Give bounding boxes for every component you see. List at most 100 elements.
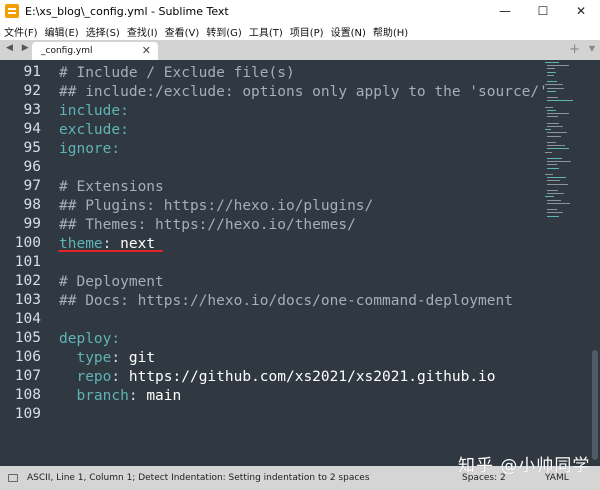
minimap-line — [547, 177, 566, 179]
line-number: 91 — [23, 64, 41, 80]
minimap-line — [545, 106, 553, 108]
line-number: 106 — [14, 349, 41, 365]
menu-tools[interactable]: 工具(T) — [249, 24, 283, 39]
line-number: 102 — [14, 273, 41, 289]
code-line[interactable]: # Extensions — [59, 178, 164, 197]
menu-view[interactable]: 查看(V) — [165, 24, 200, 39]
code-line[interactable]: # Deployment — [59, 273, 164, 292]
minimap-line — [547, 100, 573, 102]
code-line[interactable]: include: — [59, 102, 129, 121]
tab-close-icon[interactable]: ✕ — [142, 44, 151, 57]
code-line[interactable]: ignore: — [59, 140, 120, 159]
menu-bar: 文件(F) 编辑(E) 选择(S) 查找(I) 查看(V) 转到(G) 工具(T… — [0, 22, 600, 40]
minimap-line — [547, 116, 558, 118]
menu-project[interactable]: 项目(P) — [290, 24, 324, 39]
new-tab-plus-icon[interactable]: + — [569, 42, 580, 57]
menu-preferences[interactable]: 设置(N) — [331, 24, 366, 39]
line-number: 92 — [23, 83, 41, 99]
minimap-line — [545, 151, 552, 153]
line-number-gutter: 91 92 93 94 95 96 97 98 99 100 101 102 103 104 105 106 1… — [0, 60, 50, 466]
minimap-line — [547, 113, 569, 115]
menu-file[interactable]: 文件(F) — [4, 24, 38, 39]
scrollbar-thumb[interactable] — [592, 350, 598, 460]
code-token-key: deploy: — [59, 331, 121, 347]
code-token-plain: : — [111, 350, 129, 366]
maximize-button[interactable]: ☐ — [524, 0, 562, 22]
minimap-line — [547, 161, 571, 163]
minimap-line — [545, 174, 553, 175]
minimap-line — [547, 148, 569, 150]
line-number: 94 — [23, 121, 41, 137]
minimap-line — [547, 158, 562, 159]
tab-label: _config.yml — [41, 46, 93, 56]
status-message: ASCII, Line 1, Column 1; Detect Indentat… — [27, 473, 370, 483]
code-line[interactable]: ## Docs: https://hexo.io/docs/one-comman… — [59, 292, 513, 311]
minimap-line — [545, 84, 563, 86]
code-line[interactable]: ## include:/exclude: options only apply … — [59, 83, 548, 102]
tab-config-yml[interactable]: _config.yml ✕ — [32, 42, 158, 60]
tab-list-dropdown-icon[interactable]: ▼ — [589, 44, 595, 53]
code-line[interactable]: ## Themes: https://hexo.io/themes/ — [59, 216, 356, 235]
menu-help[interactable]: 帮助(H) — [373, 24, 408, 39]
menu-selection[interactable]: 选择(S) — [86, 24, 120, 39]
code-token-value: https://github.com/xs2021/xs2021.github.… — [128, 369, 496, 385]
code-token-key: type — [59, 350, 112, 366]
line-number: 100 — [14, 235, 41, 251]
code-token-comment: ## Plugins: https://hexo.io/plugins/ — [59, 198, 374, 214]
menu-edit[interactable]: 编辑(E) — [45, 24, 79, 39]
menu-goto[interactable]: 转到(G) — [206, 24, 242, 39]
line-number: 96 — [23, 159, 41, 175]
panel-toggle-icon[interactable] — [8, 474, 18, 482]
line-number: 93 — [23, 102, 41, 118]
line-number: 99 — [23, 216, 41, 232]
minimap-line — [547, 183, 568, 185]
title-bar: E:\xs_blog\_config.yml - Sublime Text — … — [0, 0, 600, 22]
code-token-key: branch — [59, 388, 129, 404]
line-number: 98 — [23, 197, 41, 213]
code-token-plain: : — [111, 369, 129, 385]
window-controls: — ☐ ✕ — [486, 0, 600, 22]
minimap-line — [547, 180, 560, 182]
code-token-key: repo — [59, 369, 112, 385]
line-number: 103 — [14, 292, 41, 308]
code-line[interactable]: repo: https://github.com/xs2021/xs2021.g… — [59, 368, 496, 387]
minimap-line — [547, 122, 559, 124]
code-token-comment: # Include / Exclude file(s) — [59, 65, 295, 81]
code-token-key: exclude: — [59, 122, 129, 138]
code-line[interactable]: ## Plugins: https://hexo.io/plugins/ — [59, 197, 373, 216]
tab-bar: ◀ ▶ _config.yml ✕ + ▼ — [0, 40, 600, 60]
minimap-line — [547, 97, 558, 99]
code-line[interactable]: # Include / Exclude file(s) — [59, 64, 295, 83]
vertical-scrollbar[interactable] — [590, 60, 600, 466]
minimap-line — [547, 71, 556, 73]
close-window-button[interactable]: ✕ — [562, 0, 600, 22]
code-token-key: ignore: — [59, 141, 121, 157]
line-number: 107 — [14, 368, 41, 384]
minimize-button[interactable]: — — [486, 0, 524, 22]
code-line[interactable]: exclude: — [59, 121, 129, 140]
tab-nav-arrows-icon[interactable]: ◀ ▶ — [6, 43, 32, 53]
code-token-comment: # Deployment — [59, 274, 164, 290]
code-line[interactable]: branch: main — [59, 387, 181, 406]
minimap-line — [547, 142, 556, 143]
minimap-line — [547, 132, 567, 134]
code-token-comment: ## include:/exclude: options only apply … — [59, 84, 548, 100]
code-token-comment: ## Themes: https://hexo.io/themes/ — [59, 217, 356, 233]
minimap-line — [547, 215, 559, 217]
minimap-line — [547, 193, 564, 195]
theme-line-red-underline — [58, 250, 163, 252]
minimap-line — [547, 74, 554, 76]
code-token-plain: : — [128, 388, 147, 404]
minimap-line — [547, 87, 564, 89]
minimap-line — [547, 135, 561, 137]
code-editor[interactable]: 91 92 93 94 95 96 97 98 99 100 101 102 103 104 105 106 1… — [0, 60, 590, 466]
minimap-line — [547, 212, 563, 214]
line-number: 109 — [14, 406, 41, 422]
minimap[interactable] — [545, 60, 589, 230]
code-line[interactable]: deploy: — [59, 330, 120, 349]
menu-find[interactable]: 查找(I) — [127, 24, 158, 39]
code-token-comment: ## Docs: https://hexo.io/docs/one-comman… — [59, 293, 513, 309]
minimap-line — [545, 62, 559, 63]
sublime-text-app-icon — [5, 4, 19, 18]
code-line[interactable]: type: git — [59, 349, 155, 368]
